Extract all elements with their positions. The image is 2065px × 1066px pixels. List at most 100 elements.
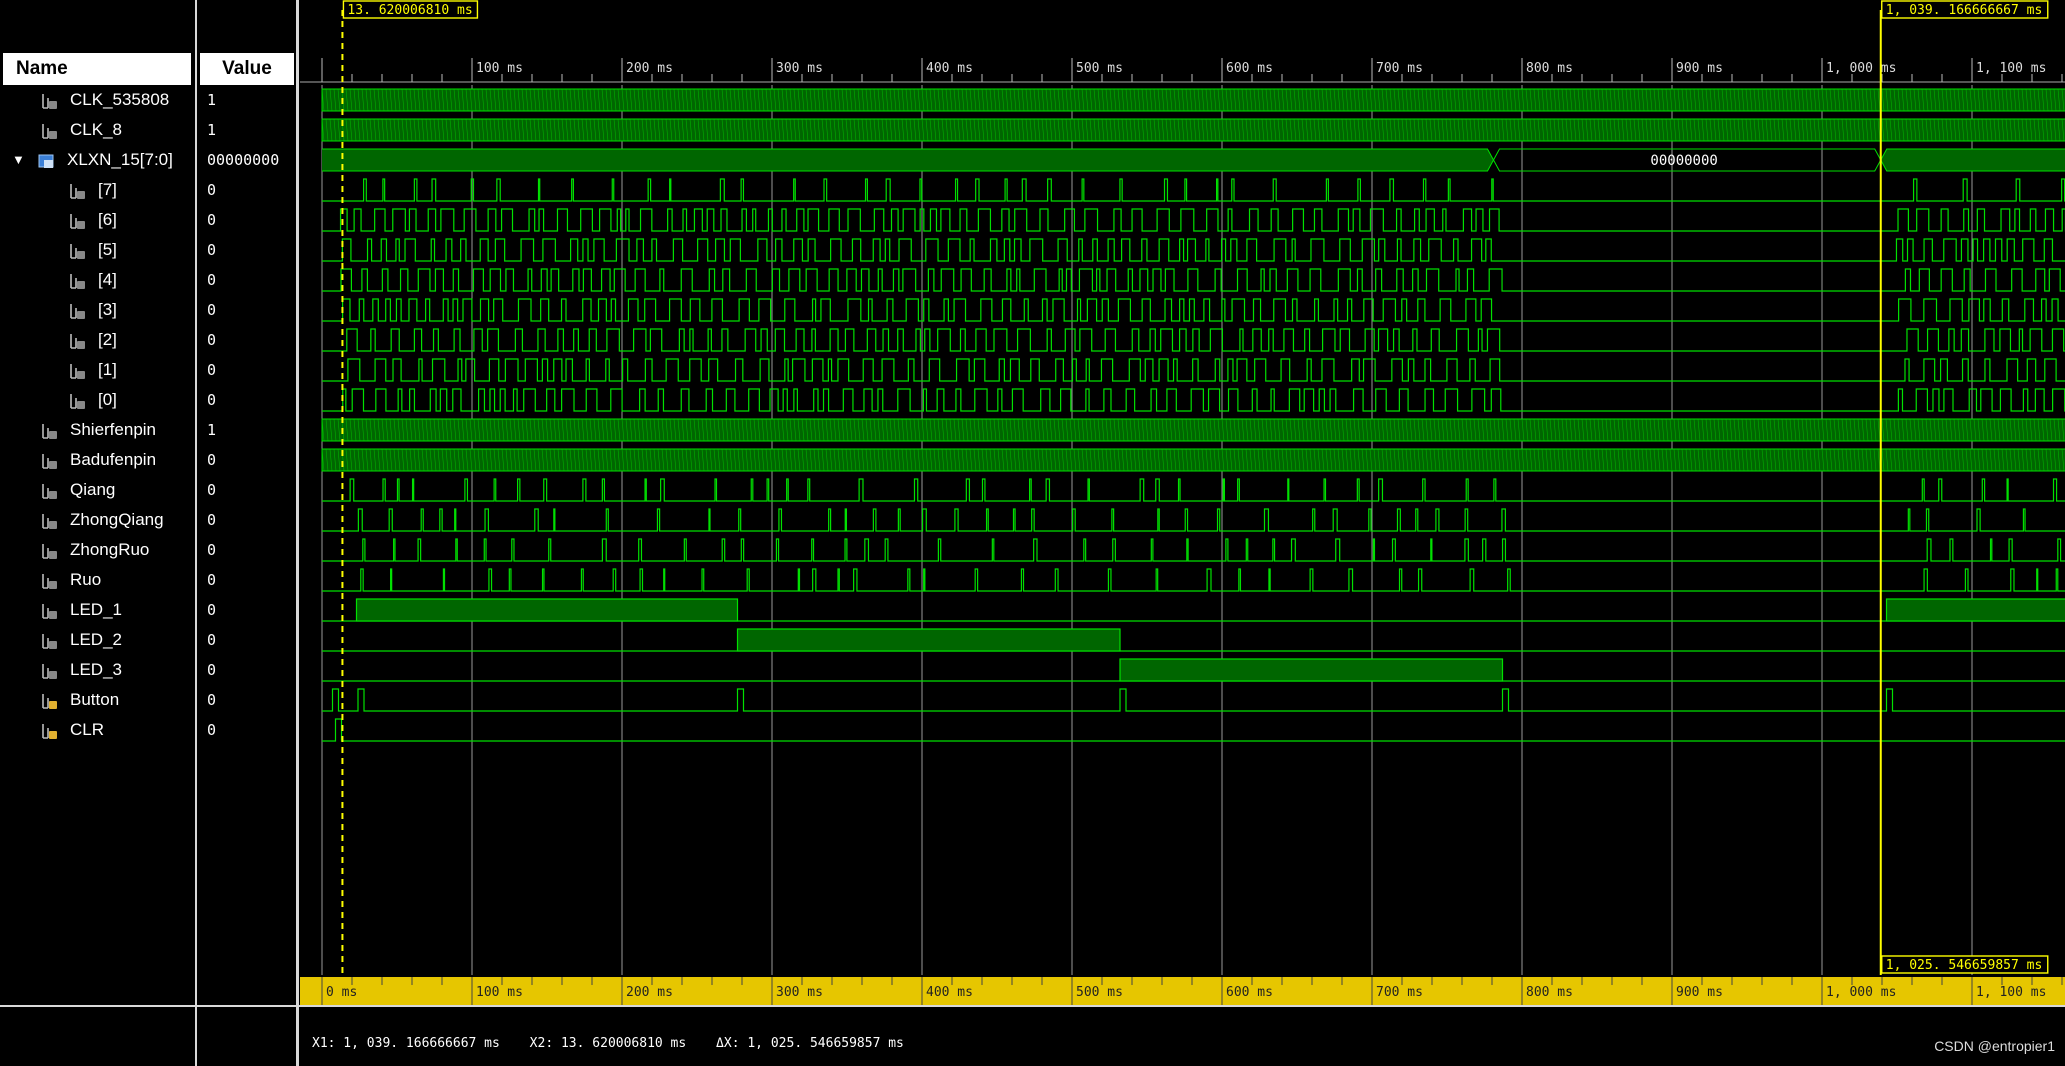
signal-icon xyxy=(42,574,57,589)
sparse-wave xyxy=(322,568,2065,592)
cursor-x2-label: 13. 620006810 ms xyxy=(347,3,472,18)
x2-readout: X2: 13. 620006810 ms xyxy=(529,1036,687,1051)
led-wave-high xyxy=(1885,598,2065,622)
signal-value: 0 xyxy=(207,301,217,319)
signal-icon xyxy=(70,274,85,289)
bottom-ruler-label: 1, 100 ms xyxy=(1976,985,2046,1000)
signal-icon xyxy=(42,124,57,139)
input-signal-icon xyxy=(42,694,57,709)
signal-icon xyxy=(42,484,57,499)
cursor-x1-label: 1, 039. 166666667 ms xyxy=(1886,3,2043,18)
pulses-wave xyxy=(322,268,2065,292)
cursor-status-bar: X1: 1, 039. 166666667 ms X2: 13. 6200068… xyxy=(312,1036,926,1051)
signal-value: 0 xyxy=(207,691,217,709)
top-ruler-label: 1, 000 ms xyxy=(1826,61,1896,76)
clr-wave xyxy=(322,718,2065,742)
top-ruler-label: 1, 100 ms xyxy=(1976,61,2046,76)
pulses-wave xyxy=(322,208,2065,232)
sparse-wave xyxy=(322,178,2065,202)
bus-signal-icon xyxy=(38,154,54,168)
signal-name: LED_2 xyxy=(70,630,122,649)
pulses-wave xyxy=(322,298,2065,322)
signal-value: 0 xyxy=(207,601,217,619)
signal-value: 0 xyxy=(207,661,217,679)
bottom-ruler-label: 400 ms xyxy=(926,985,973,1000)
signal-name: CLK_8 xyxy=(70,120,122,139)
bottom-ruler-label: 200 ms xyxy=(626,985,673,1000)
button-wave xyxy=(322,688,2065,712)
signal-name: CLR xyxy=(70,720,105,739)
signal-value: 0 xyxy=(207,181,217,199)
bottom-ruler-label: 1, 000 ms xyxy=(1826,985,1896,1000)
delta-readout: ΔX: 1, 025. 546659857 ms xyxy=(716,1036,904,1051)
pulses-wave xyxy=(322,328,2065,352)
signal-name: [7] xyxy=(98,180,117,199)
signal-name: [3] xyxy=(98,300,117,319)
watermark: CSDN @entropier1 xyxy=(1934,1038,2055,1054)
bottom-ruler-label: 600 ms xyxy=(1226,985,1273,1000)
signal-icon xyxy=(70,304,85,319)
bottom-ruler-label: 300 ms xyxy=(776,985,823,1000)
signal-icon xyxy=(70,184,85,199)
bus-wave xyxy=(322,148,1495,172)
signal-value: 0 xyxy=(207,331,217,349)
signal-icon xyxy=(42,424,57,439)
sparse-wave xyxy=(322,508,2065,532)
signal-name: [2] xyxy=(98,330,117,349)
signal-name: XLXN_15[7:0] xyxy=(67,150,173,169)
signal-name: LED_3 xyxy=(70,660,122,679)
top-ruler-label: 200 ms xyxy=(626,61,673,76)
signal-value: 1 xyxy=(207,121,217,139)
led-wave-high xyxy=(355,598,739,622)
signal-icon xyxy=(42,664,57,679)
signal-icon xyxy=(70,214,85,229)
signal-icon xyxy=(42,634,57,649)
bottom-ruler xyxy=(300,977,2065,1005)
signal-name: LED_1 xyxy=(70,600,122,619)
signal-value: 1 xyxy=(207,91,217,109)
signal-value: 1 xyxy=(207,421,217,439)
x1-readout: X1: 1, 039. 166666667 ms xyxy=(312,1036,500,1051)
led-wave-high xyxy=(736,628,1121,652)
signal-value: 0 xyxy=(207,721,217,739)
waveform-canvas[interactable]: 100 ms 200 ms 300 ms 400 ms 500 ms 600 ms 700 … xyxy=(300,0,2065,1005)
top-ruler-label: 900 ms xyxy=(1676,61,1723,76)
top-ruler-label: 100 ms xyxy=(476,61,523,76)
signal-value: 0 xyxy=(207,241,217,259)
bottom-ruler-label: 500 ms xyxy=(1076,985,1123,1000)
signal-name: ZhongQiang xyxy=(70,510,164,529)
signal-name: Ruo xyxy=(70,570,102,589)
signal-name: [0] xyxy=(98,390,117,409)
signal-icon xyxy=(70,334,85,349)
signal-name: CLK_535808 xyxy=(70,90,170,109)
signal-icon xyxy=(70,244,85,259)
signal-value: 0 xyxy=(207,631,217,649)
signal-name: Badufenpin xyxy=(70,450,157,469)
signal-value: 0 xyxy=(207,481,217,499)
signal-icon xyxy=(42,514,57,529)
top-ruler-label: 400 ms xyxy=(926,61,973,76)
bottom-ruler-label: 100 ms xyxy=(476,985,523,1000)
signal-icon xyxy=(42,604,57,619)
bottom-ruler-label: 0 ms xyxy=(326,985,357,1000)
led-wave-high xyxy=(1119,658,1504,682)
status-divider xyxy=(0,1005,2065,1007)
value-column-header[interactable]: Value xyxy=(200,53,294,85)
bottom-ruler-label: 900 ms xyxy=(1676,985,1723,1000)
name-column-header[interactable]: Name xyxy=(3,53,191,85)
signal-value: 0 xyxy=(207,451,217,469)
signal-name: ZhongRuo xyxy=(70,540,150,559)
signal-name: [6] xyxy=(98,210,117,229)
pulses-wave xyxy=(322,238,2065,262)
signal-value: 0 xyxy=(207,541,217,559)
expand-toggle-icon[interactable]: ▼ xyxy=(12,145,25,175)
signal-name: Shierfenpin xyxy=(70,420,157,439)
bottom-ruler-label: 700 ms xyxy=(1376,985,1423,1000)
top-ruler-label: 500 ms xyxy=(1076,61,1123,76)
sparse-wave xyxy=(322,478,2065,502)
pane-divider[interactable] xyxy=(296,0,299,1066)
signal-value: 0 xyxy=(207,511,217,529)
sparse-wave xyxy=(322,538,2065,562)
signal-name: [1] xyxy=(98,360,117,379)
input-signal-icon xyxy=(42,724,57,739)
